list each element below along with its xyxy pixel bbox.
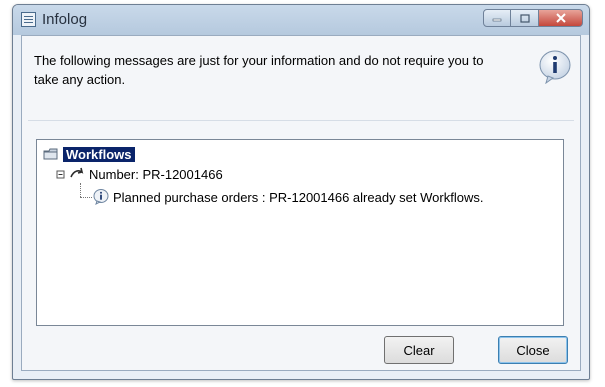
dialog-content: The following messages are just for your… (21, 35, 581, 371)
tree-node-label: Planned purchase orders : PR-12001466 al… (113, 189, 484, 205)
folder-icon (43, 148, 58, 160)
infolog-window: Infolog The following messages are just … (12, 4, 590, 380)
close-button[interactable]: Close (498, 336, 568, 364)
arrow-icon (70, 167, 84, 178)
tree-connector (80, 183, 81, 197)
close-icon (555, 13, 566, 23)
separator (28, 120, 574, 121)
tree-line-icon (56, 170, 65, 179)
tree-connector (80, 197, 92, 198)
title-bar[interactable]: Infolog (13, 5, 589, 35)
info-icon (93, 189, 109, 205)
close-window-button[interactable] (539, 9, 583, 27)
window-title: Infolog (42, 11, 88, 28)
maximize-button[interactable] (511, 9, 539, 27)
clear-button[interactable]: Clear (384, 336, 454, 364)
tree-node-label: Number: PR-12001466 (89, 166, 223, 182)
tree-node-message[interactable]: Planned purchase orders : PR-12001466 al… (93, 189, 483, 205)
maximize-icon (519, 13, 530, 23)
window-controls (483, 9, 583, 29)
tree-node-label: Workflows (63, 146, 135, 162)
tree-node-number[interactable]: Number: PR-12001466 (53, 166, 223, 182)
minimize-icon (492, 18, 502, 22)
app-icon (21, 12, 36, 27)
message-tree[interactable]: Workflows Number: PR-12001466 Planned pu… (36, 139, 564, 326)
info-message: The following messages are just for your… (34, 53, 484, 87)
tree-node-workflows[interactable]: Workflows (43, 146, 135, 162)
info-icon (539, 50, 571, 84)
minimize-button[interactable] (483, 9, 511, 27)
